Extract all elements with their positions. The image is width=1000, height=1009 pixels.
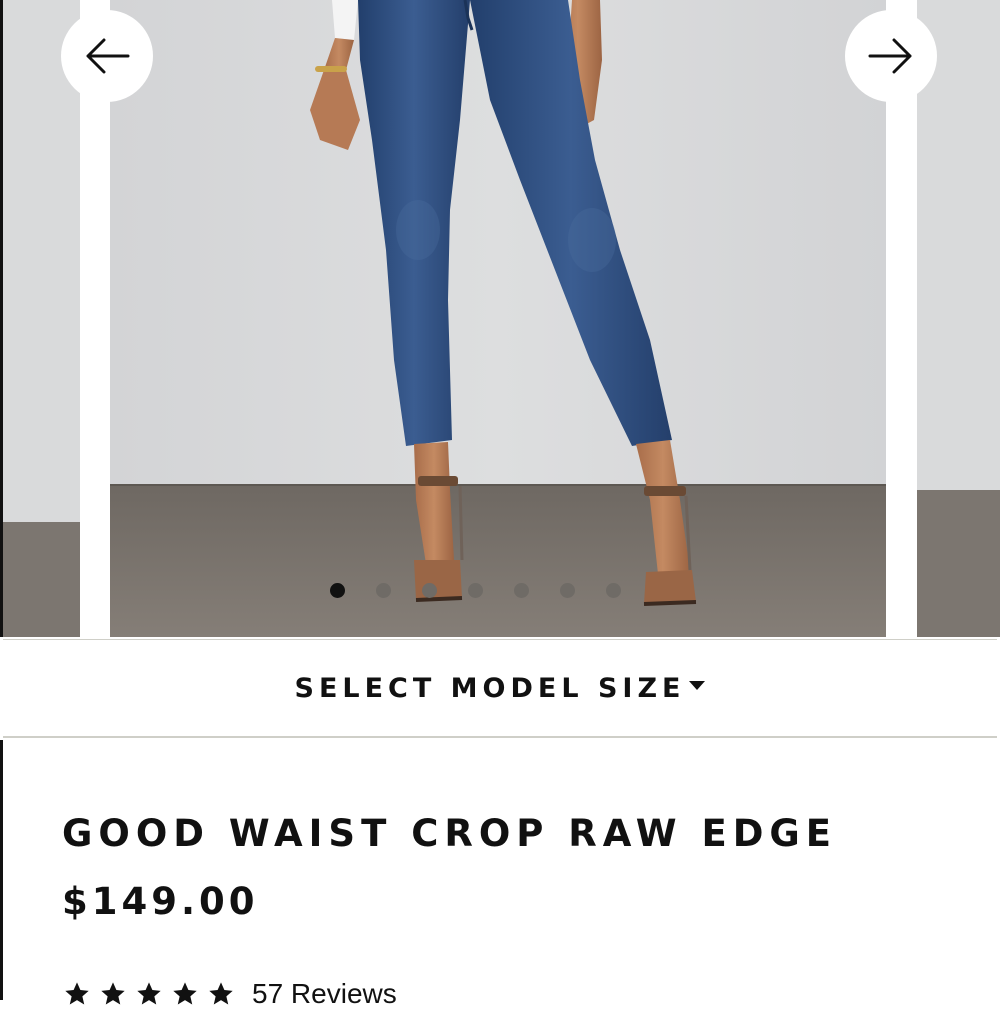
carousel-dot[interactable]: [560, 583, 575, 598]
carousel-dot[interactable]: [606, 583, 621, 598]
star-icon: [65, 982, 89, 1005]
arrow-left-icon: [86, 38, 130, 74]
product-title: GOOD WAIST CROP RAW EDGE: [62, 812, 838, 855]
carousel-dot[interactable]: [330, 583, 345, 598]
carousel-dot[interactable]: [422, 583, 437, 598]
previous-image-button[interactable]: [61, 10, 153, 102]
carousel-dot[interactable]: [468, 583, 483, 598]
select-model-size-dropdown[interactable]: SELECT MODEL SIZE: [3, 639, 997, 738]
next-image-button[interactable]: [845, 10, 937, 102]
carousel-dot[interactable]: [376, 583, 391, 598]
next-slide-peek[interactable]: [917, 0, 1000, 637]
carousel-dot[interactable]: [514, 583, 529, 598]
star-icon: [209, 982, 233, 1005]
previous-slide-peek[interactable]: [0, 0, 80, 637]
star-rating: [62, 980, 242, 1008]
model-size-label: SELECT MODEL SIZE: [294, 672, 686, 704]
star-icon: [173, 982, 197, 1005]
product-image-carousel[interactable]: [0, 0, 1000, 637]
caret-down-icon: [689, 680, 706, 690]
star-icon: [101, 982, 125, 1005]
product-rating[interactable]: 57 Reviews: [62, 980, 397, 1008]
product-price: $149.00: [62, 880, 259, 923]
page-edge-divider: [0, 740, 3, 1000]
reviews-link[interactable]: 57 Reviews: [252, 980, 397, 1008]
product-image: [110, 0, 886, 637]
star-icon: [137, 982, 161, 1005]
carousel-pagination: [330, 583, 652, 598]
arrow-right-icon: [868, 38, 912, 74]
